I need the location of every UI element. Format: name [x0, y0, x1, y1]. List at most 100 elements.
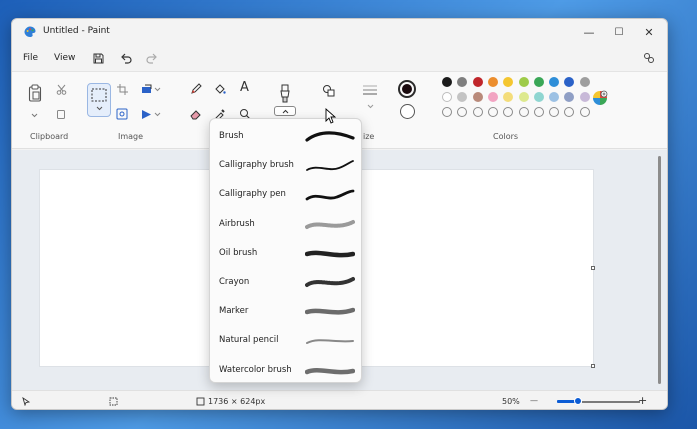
zoom-out-button[interactable]: —	[530, 396, 538, 405]
brush-option-calligraphy-pen[interactable]: Calligraphy pen	[210, 180, 361, 209]
group-label-colors: Colors	[493, 132, 519, 141]
save-button[interactable]	[90, 50, 106, 66]
canvas-size-text: 1736 × 624px	[208, 397, 266, 406]
empty-color-slot[interactable]	[579, 107, 590, 117]
pencil-icon	[191, 83, 202, 94]
canvas-resize-handle-right[interactable]	[591, 266, 595, 270]
menu-file[interactable]: File	[23, 53, 38, 63]
color-swatch[interactable]	[472, 92, 483, 102]
color-swatch[interactable]	[457, 77, 468, 87]
minimize-button[interactable]: —	[574, 22, 604, 42]
color-swatch[interactable]	[564, 92, 575, 102]
shapes-button[interactable]	[320, 82, 336, 98]
empty-color-slot[interactable]	[564, 107, 575, 117]
edit-colors-button[interactable]	[592, 90, 608, 106]
line-size-icon	[363, 85, 377, 95]
text-tool[interactable]: A	[240, 80, 249, 95]
cut-button[interactable]	[54, 82, 68, 96]
crop-button[interactable]	[115, 82, 129, 96]
empty-color-slot[interactable]	[533, 107, 544, 117]
zoom-slider-thumb[interactable]	[573, 397, 582, 405]
color-swatch[interactable]	[579, 92, 590, 102]
close-button[interactable]: ✕	[634, 22, 664, 42]
brush-option-label: Watercolor brush	[219, 364, 292, 375]
color-swatch[interactable]	[564, 77, 575, 87]
color-swatch[interactable]	[533, 92, 544, 102]
copy-icon	[57, 109, 65, 119]
undo-button[interactable]	[118, 50, 134, 66]
maximize-button[interactable]: ☐	[604, 22, 634, 42]
window-title: Untitled - Paint	[43, 26, 110, 36]
empty-color-slot[interactable]	[472, 107, 483, 117]
brush-option-label: Calligraphy brush	[219, 160, 294, 171]
color-swatch[interactable]	[457, 92, 468, 102]
empty-color-slot[interactable]	[518, 107, 529, 117]
color-swatch[interactable]	[549, 92, 560, 102]
chevron-down-icon	[96, 106, 103, 111]
vertical-scrollbar[interactable]	[658, 156, 661, 384]
title-bar: Untitled - Paint — ☐ ✕	[12, 19, 667, 45]
flip-icon	[142, 109, 161, 119]
select-button[interactable]	[87, 83, 111, 117]
copy-button[interactable]	[54, 107, 68, 121]
resize-button[interactable]	[140, 82, 162, 96]
brush-stroke-preview-icon	[304, 361, 356, 381]
size-button[interactable]	[360, 80, 380, 100]
color-swatch[interactable]	[442, 92, 452, 102]
brush-option-oil[interactable]: Oil brush	[210, 239, 361, 268]
scissors-icon	[56, 84, 66, 95]
brush-option-brush[interactable]: Brush	[210, 122, 361, 151]
color-swatch[interactable]	[487, 77, 498, 87]
color-swatch[interactable]	[503, 77, 514, 87]
chevron-down-icon	[367, 104, 373, 108]
rotate-button[interactable]	[140, 107, 162, 121]
cursor-position-icon	[22, 397, 30, 406]
canvas-resize-handle-corner[interactable]	[591, 364, 595, 368]
image-search-button[interactable]	[115, 107, 129, 121]
paint-bucket-icon	[215, 84, 226, 94]
brush-option-pencil[interactable]: Natural pencil	[210, 326, 361, 355]
empty-color-slot[interactable]	[549, 107, 560, 117]
share-icon	[644, 53, 654, 63]
secondary-color-button[interactable]	[400, 104, 415, 119]
brush-option-crayon[interactable]: Crayon	[210, 268, 361, 297]
brush-option-label: Airbrush	[219, 218, 255, 229]
empty-color-slot[interactable]	[442, 107, 452, 117]
share-button[interactable]	[641, 50, 657, 66]
brush-option-calligraphy-brush[interactable]: Calligraphy brush	[210, 151, 361, 180]
zoom-level-text[interactable]: 50%	[502, 397, 520, 406]
color-swatch[interactable]	[442, 77, 452, 87]
paste-dropdown[interactable]	[29, 110, 39, 120]
zoom-in-button[interactable]: +	[638, 394, 647, 407]
empty-color-slot[interactable]	[457, 107, 468, 117]
image-search-icon	[116, 108, 128, 120]
pencil-tool[interactable]	[189, 82, 203, 96]
redo-button[interactable]	[144, 50, 160, 66]
brush-option-airbrush[interactable]: Airbrush	[210, 210, 361, 239]
color-swatch[interactable]	[472, 77, 483, 87]
brush-stroke-preview-icon	[305, 185, 355, 205]
chevron-down-icon	[31, 113, 37, 117]
brushes-dropdown-toggle[interactable]	[274, 106, 296, 116]
empty-color-slot[interactable]	[487, 107, 498, 117]
paste-button[interactable]	[24, 80, 46, 106]
brushes-button[interactable]	[274, 84, 296, 116]
size-dropdown[interactable]	[365, 101, 375, 111]
color-swatch[interactable]	[579, 77, 590, 87]
color-swatch[interactable]	[487, 92, 498, 102]
color-swatch[interactable]	[503, 92, 514, 102]
selection-size-icon	[109, 397, 118, 406]
group-label-size: ize	[363, 132, 375, 141]
color-swatch[interactable]	[518, 92, 529, 102]
color-swatch[interactable]	[533, 77, 544, 87]
eraser-tool[interactable]	[189, 107, 203, 121]
empty-color-slot[interactable]	[503, 107, 514, 117]
color-swatch[interactable]	[518, 77, 529, 87]
fill-tool[interactable]	[213, 82, 227, 96]
zoom-slider-track[interactable]	[582, 401, 640, 403]
color-swatch[interactable]	[549, 77, 560, 87]
brush-option-watercolor[interactable]: Watercolor brush	[210, 356, 361, 385]
menu-view[interactable]: View	[54, 53, 75, 63]
primary-color-button[interactable]	[398, 80, 416, 98]
brush-option-marker[interactable]: Marker	[210, 297, 361, 326]
